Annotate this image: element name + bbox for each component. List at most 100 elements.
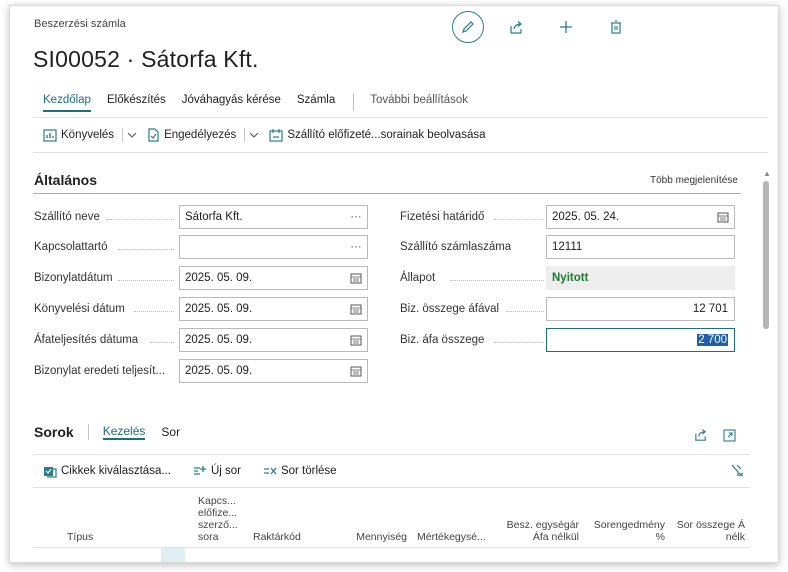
tab-home[interactable]: Kezdőlap	[43, 92, 91, 112]
lines-header: Sorok Kezelés Sor	[34, 424, 196, 440]
new-line-button[interactable]: Új sor	[193, 464, 241, 478]
post-label: Könyvelés	[61, 129, 115, 141]
share-icon[interactable]	[506, 17, 526, 37]
action-menu: Kezdőlap Előkészítés Jóváhagyás kérése S…	[43, 92, 484, 112]
column-header-type[interactable]: Típus	[67, 531, 93, 543]
contact-field: Kapcsolattartó ···	[34, 235, 379, 259]
plus-icon[interactable]	[556, 17, 576, 37]
action-bar: Könyvelés Engedélyezés Szállító előfizet…	[33, 117, 768, 153]
ellipsis-icon[interactable]: ···	[345, 206, 367, 228]
post-button[interactable]: Könyvelés	[43, 128, 114, 142]
lines-grid-header: Típus Kapcs... előfize... szerző... sora…	[33, 487, 750, 547]
show-more-link[interactable]: Több megjelenítése	[650, 175, 738, 186]
label-leader	[118, 249, 174, 250]
field-value: 2025. 05. 09.	[185, 272, 253, 284]
column-header-line-amount[interactable]: Sor összege Á nélk	[673, 519, 745, 543]
field-label: Könyvelési dátum	[34, 303, 125, 315]
breadcrumb[interactable]: Beszerzési számla	[34, 18, 126, 30]
label-leader	[106, 219, 174, 220]
page-title: SI00052 · Sátorfa Kft.	[33, 46, 259, 72]
field-value: Nyitott	[552, 272, 589, 284]
column-header-quantity[interactable]: Mennyiség	[331, 531, 407, 543]
calendar-icon[interactable]	[345, 334, 367, 346]
lines-action-bar: Cikkek kiválasztása... Új sor Sor törlés…	[33, 454, 750, 486]
calendar-icon[interactable]	[345, 303, 367, 315]
status-badge: Nyitott	[546, 266, 735, 290]
vat-date-input[interactable]: 2025. 05. 09.	[179, 328, 368, 352]
tab-more-options[interactable]: További beállítások	[370, 92, 468, 112]
due-date-input[interactable]: 2025. 05. 24.	[546, 205, 735, 229]
ellipsis-icon[interactable]: ···	[345, 236, 367, 258]
edit-icon[interactable]	[452, 11, 484, 43]
column-header-location[interactable]: Raktárkód	[253, 531, 301, 543]
tab-manage[interactable]: Kezelés	[102, 424, 146, 440]
section-title-general[interactable]: Általános	[34, 172, 97, 188]
selected-text: 2 700	[697, 334, 728, 346]
approve-label: Engedélyezés	[164, 129, 237, 141]
expand-icon[interactable]	[719, 426, 739, 444]
field-label: Áfateljesítés dátuma	[34, 334, 139, 346]
posting-date-input[interactable]: 2025. 05. 09.	[179, 297, 368, 321]
column-header-unit-cost[interactable]: Besz. egységár Áfa nélkül	[503, 519, 579, 543]
vendor-name-field: Szállító neve Sátorfa Kft. ···	[34, 205, 379, 229]
section-divider	[33, 193, 741, 194]
vendor-invoice-no-input[interactable]: 12111	[546, 235, 735, 259]
label-leader	[450, 280, 544, 281]
calendar-icon[interactable]	[345, 272, 367, 284]
subscription-icon	[269, 129, 283, 142]
vat-date-field: Áfateljesítés dátuma 2025. 05. 09.	[34, 328, 379, 352]
field-value: 2025. 05. 24.	[552, 211, 620, 223]
document-date-field: Bizonylatdátum 2025. 05. 09.	[34, 266, 379, 290]
original-fulfillment-date-field: Bizonylat eredeti teljesít... 2025. 05. …	[34, 359, 379, 383]
delete-line-button[interactable]: Sor törlése	[263, 464, 337, 478]
field-label: Állapot	[400, 272, 436, 284]
share-icon[interactable]	[691, 426, 711, 444]
select-items-icon	[44, 466, 57, 478]
calendar-icon[interactable]	[345, 365, 367, 377]
vertical-scrollbar[interactable]: ▲	[761, 169, 771, 559]
field-label: Szállító neve	[34, 211, 100, 223]
read-subscription-lines-label: Szállító előfizeté...sorainak beolvasása	[287, 129, 486, 141]
field-value: 2 700	[552, 329, 734, 351]
calendar-icon[interactable]	[712, 211, 734, 223]
tab-invoice[interactable]: Számla	[297, 92, 335, 112]
field-label: Biz. összege áfával	[400, 303, 500, 315]
scrollbar-thumb[interactable]	[763, 181, 769, 329]
delete-icon[interactable]	[606, 17, 626, 37]
column-header-unit-of-measure[interactable]: Mértékegysé...	[417, 531, 486, 543]
column-header-subscription-line[interactable]: Kapcs... előfize... szerző... sora	[198, 495, 246, 543]
field-value: 12111	[552, 241, 583, 253]
tab-request-approval[interactable]: Jóváhagyás kérése	[182, 92, 281, 112]
field-value: 12 701	[692, 303, 728, 315]
tab-line[interactable]: Sor	[161, 425, 180, 439]
document-date-input[interactable]: 2025. 05. 09.	[179, 266, 368, 290]
new-line-icon	[193, 465, 206, 475]
read-subscription-lines-button[interactable]: Szállító előfizeté...sorainak beolvasása	[269, 128, 485, 142]
field-label: Fizetési határidő	[400, 211, 485, 223]
column-header-line-discount[interactable]: Sorengedmény %	[589, 519, 665, 543]
table-row[interactable]	[33, 547, 750, 562]
tab-prepare[interactable]: Előkészítés	[107, 92, 166, 112]
vendor-name-input[interactable]: Sátorfa Kft. ···	[179, 205, 368, 229]
filter-icon[interactable]	[730, 463, 744, 480]
amount-incl-vat-input[interactable]: 12 701	[546, 297, 735, 321]
vat-amount-input[interactable]: 2 700	[546, 328, 735, 352]
label-leader	[494, 342, 544, 343]
scroll-up-icon[interactable]: ▲	[763, 169, 771, 178]
divider	[244, 128, 246, 142]
chevron-down-icon[interactable]	[127, 132, 137, 138]
approve-button[interactable]: Engedélyezés	[147, 128, 236, 142]
field-value: 2025. 05. 09.	[185, 365, 253, 377]
lines-title[interactable]: Sorok	[34, 424, 74, 440]
row-selection-cell[interactable]	[161, 548, 185, 562]
chevron-down-icon[interactable]	[249, 132, 259, 138]
post-icon	[43, 129, 57, 142]
header-actions	[452, 10, 626, 44]
posting-date-field: Könyvelési dátum 2025. 05. 09.	[34, 297, 379, 321]
original-fulfillment-date-input[interactable]: 2025. 05. 09.	[179, 359, 368, 383]
due-date-field: Fizetési határidő 2025. 05. 24.	[400, 205, 745, 229]
menu-divider	[353, 93, 355, 111]
contact-input[interactable]: ···	[179, 235, 368, 259]
approve-icon	[148, 128, 159, 142]
select-items-button[interactable]: Cikkek kiválasztása...	[43, 464, 171, 478]
